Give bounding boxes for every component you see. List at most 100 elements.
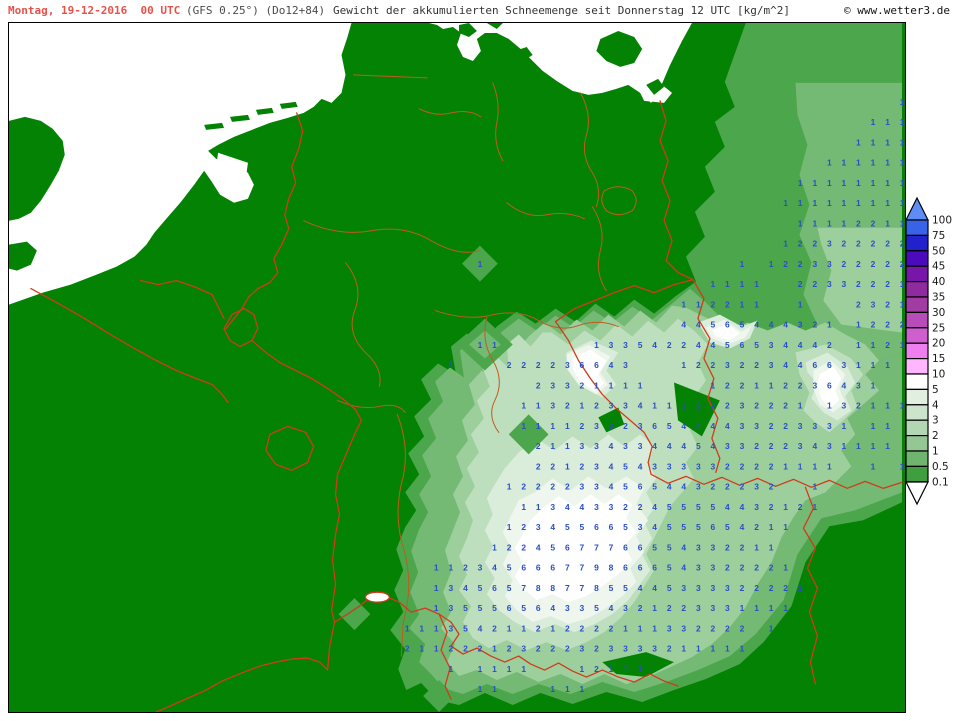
snow-value: 1 [798,218,803,228]
snow-value: 1 [812,218,817,228]
snow-value: 3 [623,340,628,350]
snow-value: 3 [638,644,643,654]
snow-value: 1 [783,461,788,471]
snow-value: 6 [550,563,555,573]
snow-value: 1 [681,401,686,411]
snow-value: 6 [536,563,541,573]
snow-value: 1 [871,158,876,168]
snow-value: 5 [667,421,672,431]
snow-value: 2 [492,623,497,633]
snow-value: 1 [754,380,759,390]
legend-label: 1 [932,446,939,458]
snow-value: 2 [565,644,570,654]
snow-value: 2 [725,299,730,309]
snow-value: 2 [507,542,512,552]
legend-label: 15 [932,353,945,365]
snow-value: 2 [725,563,730,573]
snow-value: 4 [812,441,817,451]
snow-value: 3 [623,360,628,370]
snow-value: 3 [623,441,628,451]
snow-value: 4 [638,583,643,593]
snow-value: 4 [638,461,643,471]
legend-label: 35 [932,292,945,304]
snow-value: 4 [681,421,686,431]
snow-value: 3 [594,421,599,431]
snow-value: 1 [871,401,876,411]
snow-value: 5 [463,603,468,613]
snow-value: 4 [696,421,701,431]
snow-value: 3 [827,259,832,269]
snow-value: 1 [725,644,730,654]
snow-value: 1 [856,441,861,451]
snow-value: 1 [536,421,541,431]
snow-value: 3 [711,603,716,613]
snow-value: 4 [681,542,686,552]
snow-value: 1 [623,380,628,390]
snow-value: 1 [565,441,570,451]
snow-value: 2 [798,502,803,512]
snow-value: 1 [579,664,584,674]
header-bar: Montag, 19-12-2016 00 UTC (GFS 0.25°) (D… [0,0,960,22]
snow-value: 3 [696,603,701,613]
snow-value: 1 [609,664,614,674]
snow-value: 5 [507,583,512,593]
snow-value: 6 [652,563,657,573]
snow-value: 1 [871,461,876,471]
snow-value: 4 [550,522,555,532]
snow-value: 4 [842,380,847,390]
snow-value: 8 [536,583,541,593]
snow-value: 5 [623,583,628,593]
snow-value: 4 [783,360,788,370]
legend-arrow-up [906,198,928,220]
snow-value: 3 [696,461,701,471]
snow-value: 2 [594,644,599,654]
snow-value: 5 [463,623,468,633]
snow-value: 2 [536,482,541,492]
snow-value: 1 [536,401,541,411]
legend-box [906,297,928,312]
snow-value: 1 [769,603,774,613]
legend-box [906,466,928,481]
snow-value: 7 [579,542,584,552]
snow-value: 1 [740,259,745,269]
snow-value: 5 [478,583,483,593]
snow-value: 3 [609,644,614,654]
legend-box [906,251,928,266]
legend-label: 20 [932,338,945,350]
snow-value: 1 [550,421,555,431]
snow-value: 3 [754,421,759,431]
snow-value: 1 [521,401,526,411]
snow-value: 4 [725,421,730,431]
legend-label: 0.1 [932,476,949,488]
snow-value: 2 [769,482,774,492]
snow-value: 3 [609,401,614,411]
snow-value: 1 [885,360,890,370]
legend-box [906,374,928,389]
snow-value: 3 [521,644,526,654]
snow-value: 7 [521,583,526,593]
snow-value: 2 [769,461,774,471]
snow-value: 4 [783,320,788,330]
snow-value: 1 [478,340,483,350]
snow-value: 5 [521,603,526,613]
legend-label: 100 [932,215,952,227]
snow-value: 2 [711,623,716,633]
snow-value: 6 [623,542,628,552]
snow-value: 1 [812,502,817,512]
snow-value: 2 [681,340,686,350]
snow-value: 2 [405,644,410,654]
snow-value: 4 [609,603,614,613]
snow-value: 1 [609,380,614,390]
snow-value: 5 [623,482,628,492]
snow-value: 2 [536,461,541,471]
snow-value: 4 [667,482,672,492]
legend-label: 45 [932,261,945,273]
snow-value: 2 [594,623,599,633]
snow-value: 2 [842,259,847,269]
snow-value: 2 [740,542,745,552]
snow-value: 1 [827,401,832,411]
snow-value: 1 [842,218,847,228]
snow-value: 1 [521,623,526,633]
snow-value: 1 [856,178,861,188]
snow-value: 1 [419,623,424,633]
